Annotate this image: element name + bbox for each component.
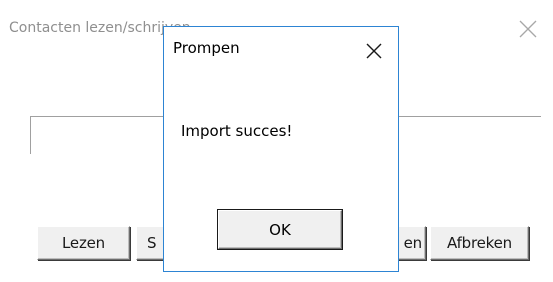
afbreken-button[interactable]: Afbreken: [430, 226, 529, 260]
dialog-message: Import succes!: [181, 122, 293, 140]
close-icon: [519, 20, 537, 38]
prompt-dialog: Prompen Import succes! OK: [163, 26, 399, 272]
lezen-button[interactable]: Lezen: [37, 226, 130, 260]
ok-button[interactable]: OK: [218, 210, 342, 249]
close-icon: [366, 43, 382, 59]
background-close-button[interactable]: [517, 18, 539, 40]
dialog-title: Prompen: [173, 39, 240, 57]
schrijven-button[interactable]: S: [136, 226, 166, 260]
dialog-close-button[interactable]: [364, 41, 384, 61]
